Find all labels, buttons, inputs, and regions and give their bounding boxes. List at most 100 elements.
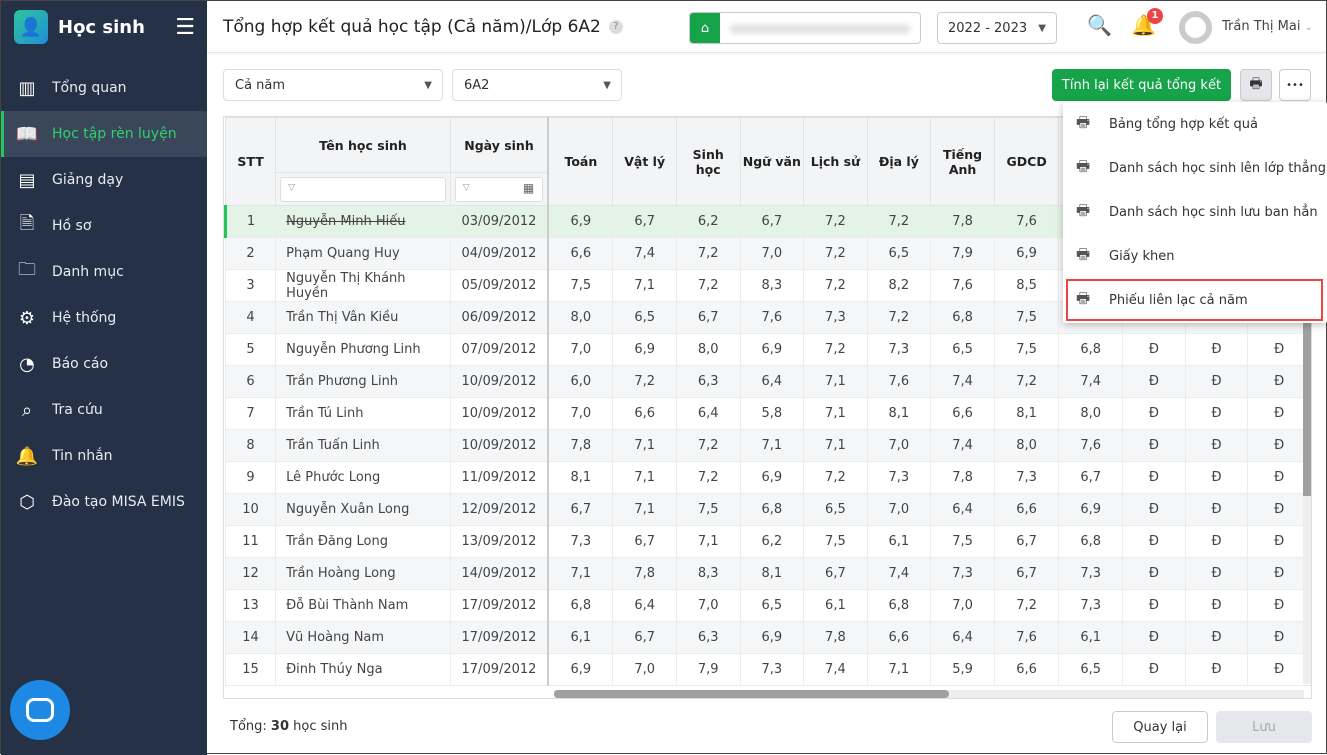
calendar-icon: ▦ [522, 180, 535, 195]
table-cell: 6,4 [739, 365, 805, 398]
sidebar-item[interactable]: ▤ Giảng dạy [1, 157, 207, 203]
table-row[interactable]: 6 Trần Phương Linh 10/09/2012 6,0 7,2 6,3 6,4 7… [224, 365, 1311, 398]
table-cell: 6,7 [739, 205, 805, 238]
table-row[interactable]: 13 Đỗ Bùi Thành Nam 17/09/2012 6,8 6,4 7,0 6,5… [224, 589, 1311, 622]
sidebar-item[interactable]: ▥ Tổng quan [1, 65, 207, 111]
column-header: STT [224, 117, 277, 206]
table-cell: 6,2 [739, 525, 805, 558]
sidebar-item[interactable]: 📖 Học tập rèn luyện [1, 111, 207, 157]
back-button[interactable]: Quay lại [1112, 711, 1208, 743]
table-cell: 7,1 [803, 365, 868, 398]
table-row[interactable]: 8 Trần Tuấn Linh 10/09/2012 7,8 7,1 7,2 7,1 7,1… [224, 429, 1311, 462]
sidebar-item[interactable]: 🗎 Hồ sơ [1, 203, 207, 249]
user-name: Trần Thị Mai [1222, 19, 1301, 34]
period-select[interactable]: Cả năm ▼ [223, 69, 443, 101]
school-year-select[interactable]: 2022 - 2023 ▼ [937, 12, 1057, 44]
table-row[interactable]: 10 Nguyễn Xuân Long 12/09/2012 6,7 7,1 7,5 6,8… [224, 493, 1311, 526]
table-cell: 6,9 [739, 461, 805, 494]
sidebar-item[interactable]: ⌕ Tra cứu [1, 387, 207, 433]
table-row[interactable]: 9 Lê Phước Long 11/09/2012 8,1 7,1 7,2 6,9 7,2 7… [224, 461, 1311, 494]
table-cell: Đ [1247, 429, 1311, 462]
table-cell: 6,7 [994, 557, 1060, 590]
sidebar-item[interactable]: ⚙ Hệ thống [1, 295, 207, 341]
table-cell: Đ [1184, 397, 1249, 430]
user-menu[interactable]: Trần Thị Mai ⌄ [1222, 19, 1313, 34]
table-row[interactable]: 11 Trần Đăng Long 13/09/2012 7,3 6,7 7,1 6,2 7,… [224, 525, 1311, 558]
table-cell: 7,2 [803, 461, 868, 494]
sidebar-item-label: Hệ thống [52, 310, 117, 326]
column-header: Sinh học [675, 117, 741, 206]
student-name-cell: Trần Thị Vân Kiều [275, 301, 451, 334]
horizontal-scrollbar[interactable] [554, 690, 1304, 698]
table-cell: 11 [224, 525, 277, 558]
table-cell: 4 [224, 301, 277, 334]
brand: 👤 Học sinh ☰ [1, 1, 207, 53]
table-cell: 7,3 [547, 525, 614, 558]
table-cell: 14/09/2012 [449, 557, 549, 590]
menu-item-label: Danh sách học sinh lên lớp thẳng [1109, 160, 1327, 176]
menu-item[interactable]: 🖶 Phiếu liên lạc cả năm [1065, 278, 1324, 322]
scrollbar-thumb[interactable] [554, 690, 949, 698]
filter-icon: ▽ [288, 182, 296, 193]
menu-item[interactable]: 🖶 Danh sách học sinh lưu ban hẳn [1063, 190, 1327, 234]
table-row[interactable]: 7 Trần Tú Linh 10/09/2012 7,0 6,6 6,4 5,8 7,1 8,… [224, 397, 1311, 430]
table-cell: 7,8 [612, 557, 677, 590]
school-selector[interactable]: ⌂ [689, 12, 921, 44]
table-cell: Đ [1184, 429, 1249, 462]
table-cell: 7,0 [866, 429, 932, 462]
table-cell: 6,9 [547, 653, 614, 686]
sidebar-item-label: Báo cáo [52, 356, 109, 372]
sidebar-item[interactable]: 🔔 Tin nhắn [1, 433, 207, 479]
document-icon: 🗎 [19, 213, 35, 234]
table-cell: 6,6 [994, 653, 1060, 686]
board-icon: ▤ [18, 169, 36, 191]
menu-item[interactable]: 🖶 Danh sách học sinh lên lớp thẳng [1063, 146, 1327, 190]
table-cell: 14 [224, 621, 277, 654]
name-filter-input[interactable]: ▽ [280, 176, 446, 202]
table-cell: 7,1 [612, 461, 677, 494]
print-button[interactable]: 🖶 [1240, 69, 1272, 101]
help-icon[interactable]: ? [608, 19, 623, 34]
table-cell: 8,3 [675, 557, 741, 590]
avatar[interactable] [1179, 11, 1212, 44]
table-cell: Đ [1122, 397, 1186, 430]
table-cell: Đ [1122, 589, 1186, 622]
table-cell: 7,5 [994, 333, 1060, 366]
bar-chart-icon: ▥ [18, 77, 36, 99]
table-cell: 7,3 [1058, 589, 1124, 622]
recalculate-button[interactable]: Tính lại kết quả tổng kết [1052, 69, 1231, 101]
sidebar-item-label: Tin nhắn [52, 448, 113, 464]
more-button[interactable]: ••• [1279, 69, 1311, 101]
table-cell: 17/09/2012 [449, 653, 549, 686]
dob-filter-input[interactable]: ▽ ▦ [454, 176, 544, 202]
table-cell: 6,3 [675, 621, 741, 654]
table-row[interactable]: 12 Trần Hoàng Long 14/09/2012 7,1 7,8 8,3 8,1 6… [224, 557, 1311, 590]
sidebar-item[interactable]: ◔ Báo cáo [1, 341, 207, 387]
column-header: Ngữ văn [739, 117, 805, 206]
table-row[interactable]: 5 Nguyễn Phương Linh 07/09/2012 7,0 6,9 8,0 6,… [224, 333, 1311, 366]
chat-support-button[interactable] [10, 680, 70, 740]
sidebar-item[interactable]: ⬡ Đào tạo MISA EMIS [1, 479, 207, 525]
table-cell: 7,2 [612, 365, 677, 398]
table-cell: 6,8 [547, 589, 614, 622]
menu-item[interactable]: 🖶 Giấy khen [1063, 234, 1327, 278]
table-cell: Đ [1122, 557, 1186, 590]
table-cell: 7,1 [739, 429, 805, 462]
student-name-cell: Trần Phương Linh [275, 365, 451, 398]
student-name-cell: Trần Tuấn Linh [275, 429, 451, 462]
analytics-search-icon[interactable]: 🔍 [1087, 13, 1112, 37]
printer-icon: 🖶 [1076, 112, 1091, 131]
student-name-cell: Trần Đăng Long [275, 525, 451, 558]
table-cell: 7,3 [803, 301, 868, 334]
table-cell: 6,9 [547, 205, 614, 238]
save-button[interactable]: Lưu [1216, 711, 1312, 743]
table-row[interactable]: 14 Vũ Hoàng Nam 17/09/2012 6,1 6,7 6,3 6,9 7,8 6… [224, 621, 1311, 654]
table-cell: 7,1 [612, 269, 677, 302]
class-select[interactable]: 6A2 ▼ [452, 69, 622, 101]
sidebar-item[interactable]: 🗀 Danh mục [1, 249, 207, 295]
table-cell: 7,3 [866, 461, 932, 494]
table-row[interactable]: 15 Đinh Thúy Nga 17/09/2012 6,9 7,0 7,9 7,3 7,4… [224, 653, 1311, 686]
hamburger-menu-icon[interactable]: ☰ [175, 15, 195, 40]
table-cell: 10 [224, 493, 277, 526]
menu-item[interactable]: 🖶 Bảng tổng hợp kết quả [1063, 102, 1327, 146]
